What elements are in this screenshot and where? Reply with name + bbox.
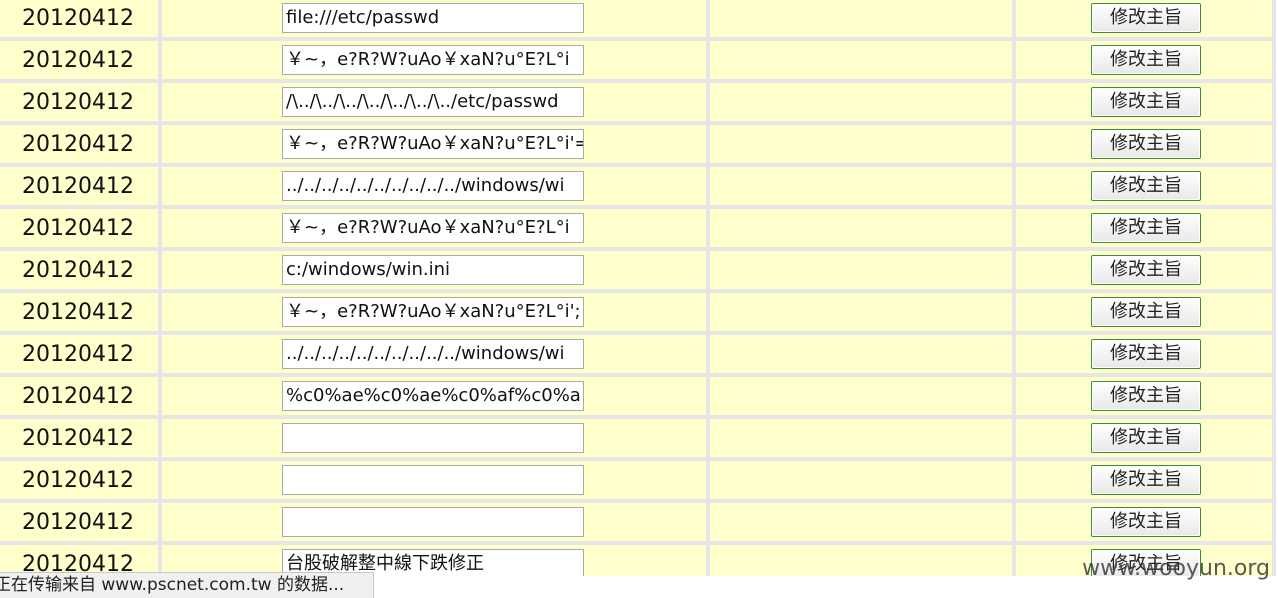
modify-subject-button[interactable]: 修改主旨 [1091, 381, 1201, 411]
modify-subject-button[interactable]: 修改主旨 [1091, 45, 1201, 75]
action-cell: 修改主旨 [1016, 209, 1276, 251]
empty-cell [710, 0, 1016, 41]
date-cell: 20120412 [0, 209, 162, 251]
watermark-text: www.wooyun.org [1082, 556, 1270, 581]
subject-table: 20120412 file:///etc/passwd 修改主旨 20120412 ￥~… [0, 0, 1276, 576]
date-cell: 20120412 [0, 83, 162, 125]
subject-input[interactable]: file:///etc/passwd [282, 3, 584, 33]
table-row: 20120412 ￥~，e?R?W?uAo￥xaN?u°E?L°i'= 修改主旨 [0, 125, 1276, 167]
table-row: 20120412 ￥~，e?R?W?uAo￥xaN?u°E?L°i 修改主旨 [0, 209, 1276, 251]
action-cell: 修改主旨 [1016, 503, 1276, 545]
subject-input-cell: ../../../../../../../../../../windows/wi [162, 167, 710, 209]
modify-subject-button[interactable]: 修改主旨 [1091, 3, 1201, 33]
date-cell: 20120412 [0, 419, 162, 461]
empty-cell [710, 545, 1016, 576]
subject-input-cell: ../../../../../../../../../../windows/wi [162, 335, 710, 377]
action-cell: 修改主旨 [1016, 419, 1276, 461]
action-cell: 修改主旨 [1016, 41, 1276, 83]
empty-cell [710, 125, 1016, 167]
empty-cell [710, 461, 1016, 503]
date-cell: 20120412 [0, 293, 162, 335]
action-cell: 修改主旨 [1016, 167, 1276, 209]
table-row: 20120412 ../../../../../../../../../../wi… [0, 167, 1276, 209]
table-row: 20120412 file:///etc/passwd 修改主旨 [0, 0, 1276, 41]
browser-status-bar: 正在传输来自 www.pscnet.com.tw 的数据... [0, 572, 374, 598]
subject-input-cell: ￥~，e?R?W?uAo￥xaN?u°E?L°i [162, 41, 710, 83]
subject-input-cell [162, 503, 710, 545]
subject-input[interactable]: ../../../../../../../../../../windows/wi [282, 171, 584, 201]
status-text: 正在传输来自 www.pscnet.com.tw 的数据... [0, 575, 345, 595]
table-row: 20120412 %c0%ae%c0%ae%c0%af%c0%a 修改主旨 [0, 377, 1276, 419]
modify-subject-button[interactable]: 修改主旨 [1091, 465, 1201, 495]
subject-table-body: 20120412 file:///etc/passwd 修改主旨 20120412 ￥~… [0, 0, 1276, 576]
modify-subject-button[interactable]: 修改主旨 [1091, 255, 1201, 285]
action-cell: 修改主旨 [1016, 335, 1276, 377]
subject-input-cell: c:/windows/win.ini [162, 251, 710, 293]
empty-cell [710, 251, 1016, 293]
subject-input-cell [162, 419, 710, 461]
table-row: 20120412 修改主旨 [0, 503, 1276, 545]
action-cell: 修改主旨 [1016, 125, 1276, 167]
table-row: 20120412 ￥~，e?R?W?uAo￥xaN?u°E?L°i 修改主旨 [0, 41, 1276, 83]
subject-input[interactable]: ￥~，e?R?W?uAo￥xaN?u°E?L°i [282, 45, 584, 75]
date-cell: 20120412 [0, 461, 162, 503]
empty-cell [710, 83, 1016, 125]
action-cell: 修改主旨 [1016, 251, 1276, 293]
subject-input-cell: ￥~，e?R?W?uAo￥xaN?u°E?L°i'; [162, 293, 710, 335]
table-row: 20120412 c:/windows/win.ini 修改主旨 [0, 251, 1276, 293]
subject-input-cell: file:///etc/passwd [162, 0, 710, 41]
modify-subject-button[interactable]: 修改主旨 [1091, 507, 1201, 537]
subject-input[interactable]: ￥~，e?R?W?uAo￥xaN?u°E?L°i'= [282, 129, 584, 159]
subject-input-cell: /\../\../\../\../\../\../\../etc/passwd [162, 83, 710, 125]
modify-subject-button[interactable]: 修改主旨 [1091, 171, 1201, 201]
empty-cell [710, 167, 1016, 209]
subject-input[interactable]: ￥~，e?R?W?uAo￥xaN?u°E?L°i'; [282, 297, 584, 327]
modify-subject-button[interactable]: 修改主旨 [1091, 129, 1201, 159]
modify-subject-button[interactable]: 修改主旨 [1091, 213, 1201, 243]
date-cell: 20120412 [0, 125, 162, 167]
subject-input[interactable] [282, 465, 584, 495]
subject-input[interactable]: /\../\../\../\../\../\../\../etc/passwd [282, 87, 584, 117]
empty-cell [710, 335, 1016, 377]
date-cell: 20120412 [0, 0, 162, 41]
action-cell: 修改主旨 [1016, 0, 1276, 41]
empty-cell [710, 41, 1016, 83]
table-row: 20120412 ￥~，e?R?W?uAo￥xaN?u°E?L°i'; 修改主旨 [0, 293, 1276, 335]
subject-input[interactable] [282, 423, 584, 453]
table-row: 20120412 ../../../../../../../../../../wi… [0, 335, 1276, 377]
modify-subject-button[interactable]: 修改主旨 [1091, 87, 1201, 117]
action-cell: 修改主旨 [1016, 377, 1276, 419]
date-cell: 20120412 [0, 167, 162, 209]
date-cell: 20120412 [0, 377, 162, 419]
subject-input-cell [162, 461, 710, 503]
empty-cell [710, 293, 1016, 335]
subject-input-cell: ￥~，e?R?W?uAo￥xaN?u°E?L°i'= [162, 125, 710, 167]
subject-input-cell: ￥~，e?R?W?uAo￥xaN?u°E?L°i [162, 209, 710, 251]
table-row: 20120412 修改主旨 [0, 419, 1276, 461]
date-cell: 20120412 [0, 41, 162, 83]
empty-cell [710, 377, 1016, 419]
modify-subject-button[interactable]: 修改主旨 [1091, 339, 1201, 369]
table-row: 20120412 修改主旨 [0, 461, 1276, 503]
date-cell: 20120412 [0, 335, 162, 377]
action-cell: 修改主旨 [1016, 293, 1276, 335]
empty-cell [710, 503, 1016, 545]
modify-subject-button[interactable]: 修改主旨 [1091, 423, 1201, 453]
empty-cell [710, 419, 1016, 461]
page-viewport: 20120412 file:///etc/passwd 修改主旨 20120412 ￥~… [0, 0, 1278, 576]
empty-cell [710, 209, 1016, 251]
subject-input-cell: %c0%ae%c0%ae%c0%af%c0%a [162, 377, 710, 419]
date-cell: 20120412 [0, 251, 162, 293]
subject-input[interactable]: ../../../../../../../../../../windows/wi [282, 339, 584, 369]
subject-input[interactable]: %c0%ae%c0%ae%c0%af%c0%a [282, 381, 584, 411]
subject-input[interactable]: c:/windows/win.ini [282, 255, 584, 285]
action-cell: 修改主旨 [1016, 461, 1276, 503]
table-row: 20120412 /\../\../\../\../\../\../\../etc… [0, 83, 1276, 125]
modify-subject-button[interactable]: 修改主旨 [1091, 297, 1201, 327]
subject-input[interactable] [282, 507, 584, 537]
action-cell: 修改主旨 [1016, 83, 1276, 125]
subject-input[interactable]: ￥~，e?R?W?uAo￥xaN?u°E?L°i [282, 213, 584, 243]
date-cell: 20120412 [0, 503, 162, 545]
